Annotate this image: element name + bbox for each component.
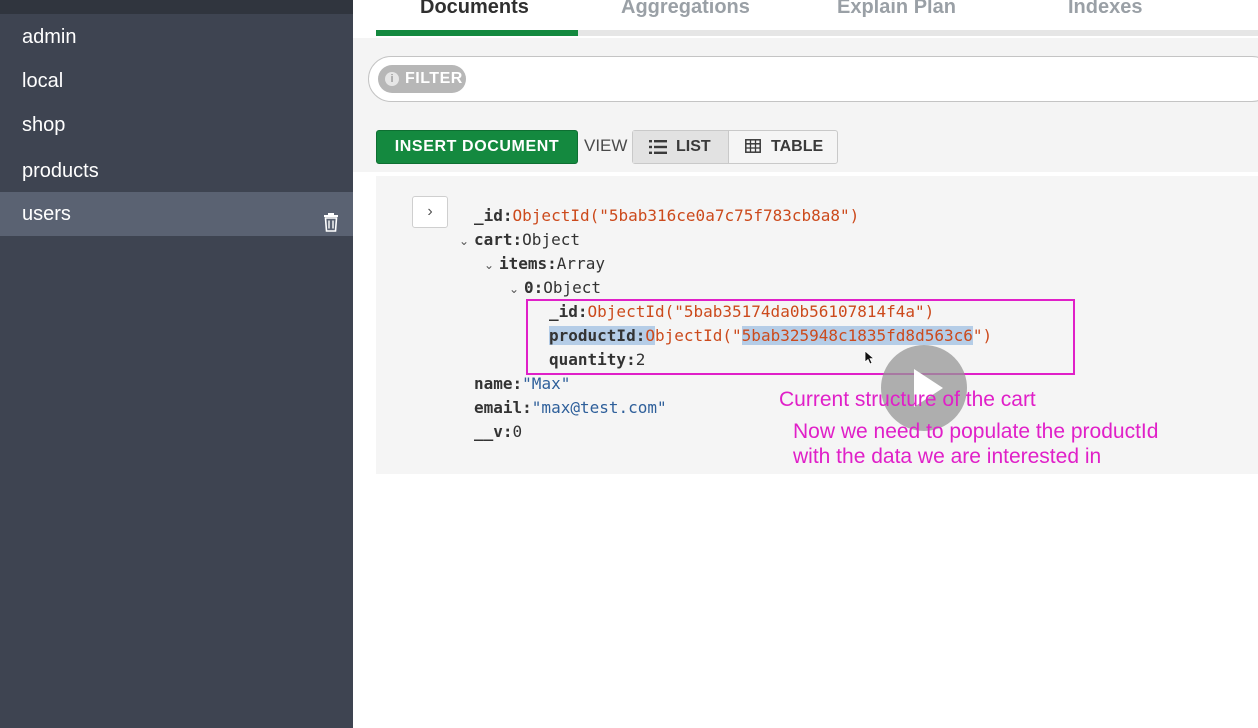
field-id-row: _id:ObjectId("5bab316ce0a7c75f783cb8a8") [474, 205, 859, 227]
chevron-down-icon[interactable]: ⌄ [459, 234, 469, 248]
list-view-label: LIST [676, 138, 711, 155]
tab-active-indicator [376, 30, 578, 36]
field-v-row: __v:0 [474, 421, 522, 443]
tab-indexes[interactable]: Indexes [1068, 0, 1142, 19]
annotation-line-2: Now we need to populate the productId [793, 420, 1159, 443]
field-email-row: email:"max@test.com" [474, 397, 667, 419]
field-value[interactable]: "max@test.com" [532, 398, 667, 417]
mouse-cursor-icon [864, 350, 876, 365]
chevron-down-icon[interactable]: ⌄ [484, 258, 494, 272]
field-type: Object [522, 230, 580, 249]
field-value[interactable]: 0 [513, 422, 523, 441]
sidebar-item-users[interactable]: users [0, 192, 353, 236]
tab-aggregations[interactable]: Aggregations [621, 0, 750, 19]
insert-document-button[interactable]: INSERT DOCUMENT [376, 130, 578, 164]
field-items-row: items:Array [499, 253, 605, 275]
highlight-box [526, 299, 1075, 375]
filter-input[interactable]: i FILTER [368, 56, 1258, 102]
field-item0-row: 0:Object [524, 277, 601, 299]
field-value[interactable]: "Max" [522, 374, 570, 393]
filter-badge[interactable]: i FILTER [378, 65, 466, 93]
sidebar: admin local shop products users [0, 0, 353, 728]
sidebar-item-shop[interactable]: shop [0, 103, 353, 147]
field-key: items: [499, 254, 557, 273]
field-value[interactable]: ObjectId("5bab316ce0a7c75f783cb8a8") [513, 206, 860, 225]
field-key: __v: [474, 422, 513, 441]
sidebar-item-label: shop [22, 114, 66, 136]
filter-badge-label: FILTER [405, 70, 463, 87]
chevron-down-icon[interactable]: ⌄ [509, 282, 519, 296]
table-view-button[interactable]: TABLE [729, 131, 837, 163]
tab-explain-plan[interactable]: Explain Plan [837, 0, 956, 19]
list-view-button[interactable]: LIST [633, 131, 729, 163]
trash-icon[interactable] [321, 204, 341, 232]
field-key: name: [474, 374, 523, 393]
sidebar-item-admin[interactable]: admin [0, 15, 353, 59]
sidebar-item-label: products [22, 160, 99, 182]
view-toggle: LIST TABLE [632, 130, 838, 164]
sidebar-item-label: users [22, 203, 71, 225]
sidebar-top-bar [0, 0, 353, 14]
info-icon: i [385, 72, 399, 86]
sidebar-item-products[interactable]: products [0, 149, 353, 193]
field-name-row: name:"Max" [474, 373, 570, 395]
tab-documents[interactable]: Documents [420, 0, 529, 19]
sidebar-item-local[interactable]: local [0, 59, 353, 103]
field-type: Array [556, 254, 605, 273]
sidebar-item-label: admin [22, 26, 77, 48]
tab-bar: Documents Aggregations Explain Plan Inde… [353, 0, 1258, 38]
sidebar-item-label: local [22, 70, 64, 92]
field-key: 0: [524, 278, 544, 297]
field-cart-row: cart:Object [474, 229, 580, 251]
table-view-label: TABLE [771, 138, 824, 155]
chevron-right-icon: › [427, 203, 433, 220]
query-toolbar: i FILTER INSERT DOCUMENT VIEW LIST TABLE [353, 38, 1258, 172]
annotation-line-3: with the data we are interested in [793, 445, 1102, 468]
list-icon [649, 140, 667, 154]
view-label: VIEW [584, 136, 628, 155]
table-icon [745, 139, 761, 153]
field-type: Object [543, 278, 602, 297]
annotation-line-1: Current structure of the cart [779, 388, 1036, 411]
field-key: email: [474, 398, 532, 417]
expand-document-button[interactable]: › [412, 196, 448, 228]
field-key: _id: [474, 206, 513, 225]
field-key: cart: [474, 230, 523, 249]
